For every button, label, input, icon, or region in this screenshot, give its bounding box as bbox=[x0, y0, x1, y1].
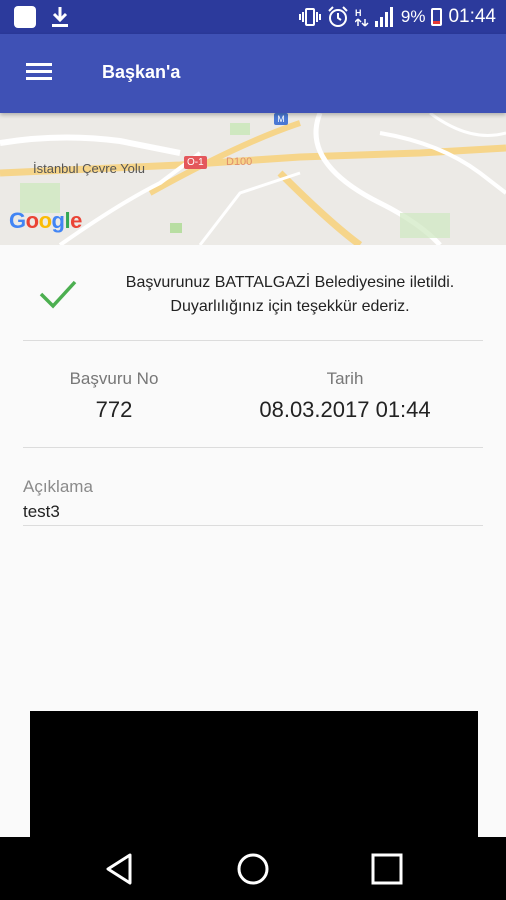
basvuru-no-value: 772 bbox=[95, 397, 133, 422]
success-message: Başvurunuz BATTALGAZİ Belediyesine ileti… bbox=[125, 274, 455, 315]
aciklama-value: test3 bbox=[23, 502, 60, 521]
aciklama-underline bbox=[23, 525, 483, 526]
tarih-block: Tarih 08.03.2017 01:44 bbox=[230, 369, 460, 423]
check-icon bbox=[39, 280, 77, 309]
aciklama-label: Açıklama bbox=[23, 477, 93, 496]
navigation-bar bbox=[0, 837, 506, 900]
ad-banner bbox=[30, 711, 478, 839]
tarih-label: Tarih bbox=[326, 369, 364, 388]
map-view[interactable]: M İstanbul Çevre Yolu O-1 D100 Google bbox=[0, 113, 506, 245]
cell-signal-icon bbox=[374, 7, 393, 27]
battery-percent: 9% bbox=[400, 7, 426, 26]
divider bbox=[23, 340, 483, 341]
tarih-value: 08.03.2017 01:44 bbox=[259, 397, 431, 422]
download-icon bbox=[52, 7, 68, 27]
hd-signal-icon: H bbox=[354, 8, 369, 27]
alarm-icon bbox=[328, 6, 348, 27]
status-bar: H 9% 01:44 bbox=[0, 0, 506, 34]
road-number: D100 bbox=[226, 156, 253, 168]
app-icon bbox=[14, 6, 36, 28]
recents-icon[interactable] bbox=[369, 851, 405, 887]
screen: { "status_bar": { "battery_percent": "9%… bbox=[0, 0, 506, 900]
battery-icon bbox=[431, 8, 443, 26]
basvuru-no-label: Başvuru No bbox=[69, 369, 159, 388]
road-label: İstanbul Çevre Yolu bbox=[33, 161, 146, 176]
google-logo: Google bbox=[9, 208, 82, 233]
clock: 01:44 bbox=[448, 6, 496, 27]
hamburger-menu-icon[interactable] bbox=[20, 58, 60, 90]
app-bar: Başkan'a bbox=[0, 34, 506, 113]
basvuru-no-block: Başvuru No 772 bbox=[24, 369, 204, 423]
home-icon[interactable] bbox=[235, 851, 271, 887]
divider bbox=[23, 447, 483, 448]
metro-marker: M bbox=[274, 113, 288, 125]
vibrate-icon bbox=[298, 8, 321, 26]
back-icon[interactable] bbox=[102, 851, 138, 887]
route-shield: O-1 bbox=[184, 156, 207, 169]
svg-text:H: H bbox=[355, 8, 362, 18]
page-title: Başkan'a bbox=[102, 62, 181, 82]
